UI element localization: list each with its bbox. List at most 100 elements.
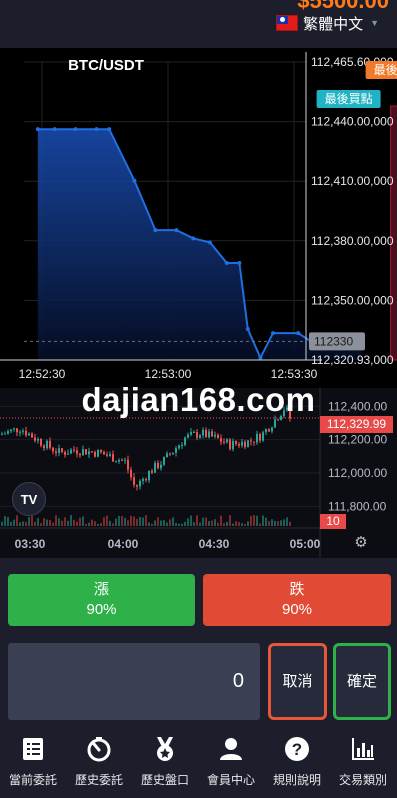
candle-x-tick-label: 03:30 xyxy=(15,537,46,551)
candle-body xyxy=(73,449,75,451)
volume-bar xyxy=(235,521,237,526)
candle-body xyxy=(31,433,33,438)
tab-trade-category[interactable]: 交易類別 xyxy=(330,728,396,798)
candle-body xyxy=(181,444,183,446)
candle-x-tick-label: 04:00 xyxy=(108,537,139,551)
volume-bar xyxy=(13,519,15,526)
candle-body xyxy=(154,462,156,473)
volume-bar xyxy=(265,517,267,526)
confirm-button[interactable]: 確定 xyxy=(333,643,391,720)
language-selector[interactable]: 繁體中文 ▼ xyxy=(276,12,379,34)
buy-down-button[interactable]: 跌 90% xyxy=(203,574,391,626)
price-point xyxy=(174,228,179,233)
price-line-chart[interactable]: 112,465.60,000 112,440.00,000 112,410.00,0… xyxy=(0,48,397,388)
volume-bar xyxy=(271,519,273,526)
candle-y-tick-label: 112,200.00 xyxy=(328,433,387,447)
candle-body xyxy=(169,453,171,455)
price-point xyxy=(271,331,275,336)
candle-body xyxy=(226,439,228,443)
candle-body xyxy=(148,470,150,481)
volume-bar xyxy=(100,523,102,526)
candle-body xyxy=(118,459,120,462)
candle-body xyxy=(196,431,198,438)
candle-body xyxy=(4,433,6,435)
candle-body xyxy=(16,428,18,433)
y-tick-label: 112,320.93,000 xyxy=(311,353,394,367)
tab-order-history[interactable]: 歷史委託 xyxy=(66,728,132,798)
tab-member-center[interactable]: 會員中心 xyxy=(198,728,264,798)
volume-bar xyxy=(61,520,63,526)
tab-current-orders[interactable]: 當前委託 xyxy=(0,728,66,798)
candle-body xyxy=(205,429,207,438)
volume-bar xyxy=(157,517,159,526)
candle-body xyxy=(178,445,180,449)
candle-body xyxy=(64,452,66,455)
tradingview-logo-icon[interactable]: TV xyxy=(12,482,46,516)
candle-body xyxy=(121,459,123,461)
volume-bar xyxy=(31,515,33,526)
volume-bar xyxy=(58,518,60,526)
help-icon: ? xyxy=(285,737,309,761)
price-point xyxy=(258,355,263,360)
y-tick-label: 112,350.00,000 xyxy=(311,293,394,307)
volume-bar xyxy=(202,517,204,526)
tab-market-history[interactable]: 歷史盤口 xyxy=(132,728,198,798)
timer-icon xyxy=(87,737,111,762)
down-payout: 90% xyxy=(281,601,313,618)
x-tick-label: 12:52:30 xyxy=(19,367,66,381)
volume-bar xyxy=(130,515,132,526)
tab-label: 會員中心 xyxy=(206,773,255,787)
candle-body xyxy=(94,451,96,457)
up-label: 漲 xyxy=(93,581,109,598)
candle-body xyxy=(166,453,168,458)
volume-bar xyxy=(262,515,264,526)
volume-bar xyxy=(154,520,156,526)
cancel-button[interactable]: 取消 xyxy=(268,643,327,720)
volume-bar xyxy=(169,519,171,526)
candle-body xyxy=(229,439,231,450)
annotation-label: 最後買點 xyxy=(325,92,373,106)
volume-bar xyxy=(97,523,99,526)
amount-input[interactable]: 0 xyxy=(8,643,260,720)
tab-rules[interactable]: ? 規則說明 xyxy=(264,728,330,798)
volume-bar xyxy=(52,522,54,526)
price-point xyxy=(224,261,229,266)
volume-bar xyxy=(34,521,36,526)
price-point xyxy=(153,228,158,233)
volume-bar xyxy=(160,520,162,526)
bottom-tab-bar: 當前委託 歷史委託 歷史盤口 會員中心 ? 規則說明 交易類別 xyxy=(0,728,397,798)
candle-body xyxy=(139,480,141,487)
volume-bar xyxy=(268,521,270,526)
candle-body xyxy=(241,441,243,446)
candle-body xyxy=(46,440,48,449)
volume-bar xyxy=(76,521,78,526)
volume-bar xyxy=(187,518,189,526)
buy-up-button[interactable]: 漲 90% xyxy=(8,574,195,626)
volume-bar xyxy=(247,521,249,526)
volume-bar xyxy=(217,522,219,526)
volume-bar xyxy=(4,516,6,526)
candle-body xyxy=(25,430,27,436)
volume-bar xyxy=(85,523,87,526)
volume-bar xyxy=(172,517,174,526)
volume-bar xyxy=(220,515,222,526)
volume-bar xyxy=(103,517,105,526)
volume-tag: 10 xyxy=(320,514,346,529)
volume-bar xyxy=(178,523,180,526)
candle-body xyxy=(28,433,30,436)
volume-bar xyxy=(253,515,255,526)
candle-body xyxy=(184,437,186,445)
volume-bar xyxy=(259,523,261,526)
chart-settings-icon[interactable]: ⚙ xyxy=(352,534,370,552)
volume-bar xyxy=(190,515,192,526)
price-point xyxy=(107,127,112,132)
x-tick-label: 12:53:00 xyxy=(145,367,192,381)
candle-body xyxy=(133,477,135,485)
tab-label: 當前委託 xyxy=(8,773,57,787)
candle-body xyxy=(247,440,249,448)
line-chart-svg: 112,465.60,000112,440.00,000112,410.00,0… xyxy=(0,52,397,381)
volume-bar xyxy=(214,519,216,526)
candle-body xyxy=(13,428,15,430)
candle-body xyxy=(58,448,60,453)
volume-bar xyxy=(136,519,138,526)
